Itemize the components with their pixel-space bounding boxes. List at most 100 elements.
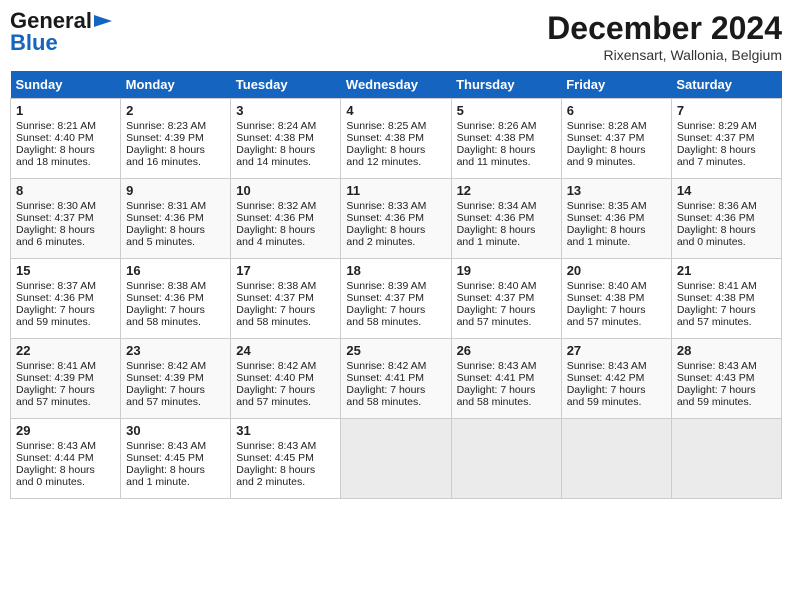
day-info-line: Sunrise: 8:25 AM (346, 120, 445, 132)
day-info-line: Sunrise: 8:37 AM (16, 280, 115, 292)
day-number: 26 (457, 343, 556, 358)
col-header-monday: Monday (121, 71, 231, 99)
day-info-line: Daylight: 7 hours (16, 384, 115, 396)
day-info-line: and 18 minutes. (16, 156, 115, 168)
day-info-line: Daylight: 7 hours (677, 304, 776, 316)
day-info-line: Sunset: 4:38 PM (677, 292, 776, 304)
calendar-cell: 23Sunrise: 8:42 AMSunset: 4:39 PMDayligh… (121, 339, 231, 419)
day-number: 3 (236, 103, 335, 118)
day-number: 27 (567, 343, 666, 358)
calendar-cell: 6Sunrise: 8:28 AMSunset: 4:37 PMDaylight… (561, 99, 671, 179)
day-info-line: Sunrise: 8:42 AM (126, 360, 225, 372)
day-info-line: Sunset: 4:41 PM (346, 372, 445, 384)
day-number: 14 (677, 183, 776, 198)
col-header-tuesday: Tuesday (231, 71, 341, 99)
day-info-line: Daylight: 8 hours (567, 144, 666, 156)
day-info-line: Sunset: 4:37 PM (346, 292, 445, 304)
day-number: 19 (457, 263, 556, 278)
day-info-line: Daylight: 8 hours (16, 224, 115, 236)
day-info-line: Sunset: 4:37 PM (567, 132, 666, 144)
day-info-line: Sunrise: 8:31 AM (126, 200, 225, 212)
day-info-line: Sunset: 4:38 PM (567, 292, 666, 304)
title-block: December 2024 Rixensart, Wallonia, Belgi… (547, 10, 782, 63)
day-info-line: and 6 minutes. (16, 236, 115, 248)
day-info-line: Sunrise: 8:43 AM (567, 360, 666, 372)
day-info-line: Sunrise: 8:33 AM (346, 200, 445, 212)
day-info-line: Sunset: 4:38 PM (346, 132, 445, 144)
day-info-line: and 58 minutes. (236, 316, 335, 328)
calendar-cell: 16Sunrise: 8:38 AMSunset: 4:36 PMDayligh… (121, 259, 231, 339)
day-number: 12 (457, 183, 556, 198)
day-info-line: Daylight: 7 hours (346, 304, 445, 316)
day-info-line: Sunset: 4:36 PM (677, 212, 776, 224)
day-info-line: Sunset: 4:36 PM (346, 212, 445, 224)
day-info-line: and 9 minutes. (567, 156, 666, 168)
calendar-cell: 9Sunrise: 8:31 AMSunset: 4:36 PMDaylight… (121, 179, 231, 259)
col-header-wednesday: Wednesday (341, 71, 451, 99)
day-info-line: Sunrise: 8:35 AM (567, 200, 666, 212)
week-row-5: 29Sunrise: 8:43 AMSunset: 4:44 PMDayligh… (11, 419, 782, 499)
day-number: 5 (457, 103, 556, 118)
day-info-line: Daylight: 8 hours (236, 144, 335, 156)
day-info-line: and 59 minutes. (16, 316, 115, 328)
day-info-line: Sunrise: 8:42 AM (346, 360, 445, 372)
day-info-line: Sunset: 4:43 PM (677, 372, 776, 384)
day-number: 7 (677, 103, 776, 118)
week-row-4: 22Sunrise: 8:41 AMSunset: 4:39 PMDayligh… (11, 339, 782, 419)
day-info-line: and 2 minutes. (346, 236, 445, 248)
day-number: 23 (126, 343, 225, 358)
col-header-thursday: Thursday (451, 71, 561, 99)
day-number: 24 (236, 343, 335, 358)
day-info-line: Sunrise: 8:36 AM (677, 200, 776, 212)
calendar-table: SundayMondayTuesdayWednesdayThursdayFrid… (10, 71, 782, 499)
col-header-saturday: Saturday (671, 71, 781, 99)
day-info-line: Daylight: 8 hours (236, 224, 335, 236)
day-info-line: and 59 minutes. (677, 396, 776, 408)
day-info-line: Daylight: 7 hours (236, 304, 335, 316)
day-info-line: Sunset: 4:42 PM (567, 372, 666, 384)
day-info-line: Sunrise: 8:41 AM (677, 280, 776, 292)
day-info-line: Daylight: 8 hours (677, 144, 776, 156)
day-info-line: and 16 minutes. (126, 156, 225, 168)
day-info-line: Sunset: 4:36 PM (126, 212, 225, 224)
logo-flag-icon (94, 15, 112, 27)
day-info-line: Sunset: 4:36 PM (236, 212, 335, 224)
day-info-line: Sunset: 4:44 PM (16, 452, 115, 464)
day-info-line: Sunset: 4:40 PM (16, 132, 115, 144)
week-row-3: 15Sunrise: 8:37 AMSunset: 4:36 PMDayligh… (11, 259, 782, 339)
day-info-line: Daylight: 8 hours (346, 144, 445, 156)
calendar-cell: 25Sunrise: 8:42 AMSunset: 4:41 PMDayligh… (341, 339, 451, 419)
calendar-cell: 7Sunrise: 8:29 AMSunset: 4:37 PMDaylight… (671, 99, 781, 179)
day-info-line: Sunrise: 8:38 AM (236, 280, 335, 292)
logo-blue: Blue (10, 32, 58, 54)
day-number: 18 (346, 263, 445, 278)
day-info-line: Sunset: 4:41 PM (457, 372, 556, 384)
day-info-line: Daylight: 7 hours (567, 304, 666, 316)
calendar-cell: 10Sunrise: 8:32 AMSunset: 4:36 PMDayligh… (231, 179, 341, 259)
day-info-line: Daylight: 8 hours (457, 144, 556, 156)
day-info-line: and 0 minutes. (16, 476, 115, 488)
logo: General Blue (10, 10, 112, 54)
day-info-line: Daylight: 8 hours (126, 144, 225, 156)
day-info-line: Sunset: 4:36 PM (567, 212, 666, 224)
day-number: 30 (126, 423, 225, 438)
calendar-cell (451, 419, 561, 499)
col-header-sunday: Sunday (11, 71, 121, 99)
day-info-line: Sunrise: 8:30 AM (16, 200, 115, 212)
day-info-line: Sunset: 4:36 PM (16, 292, 115, 304)
day-number: 21 (677, 263, 776, 278)
day-info-line: Sunset: 4:38 PM (457, 132, 556, 144)
day-info-line: Daylight: 8 hours (126, 464, 225, 476)
calendar-cell: 3Sunrise: 8:24 AMSunset: 4:38 PMDaylight… (231, 99, 341, 179)
day-number: 6 (567, 103, 666, 118)
day-number: 16 (126, 263, 225, 278)
day-info-line: Daylight: 7 hours (126, 384, 225, 396)
day-info-line: and 57 minutes. (236, 396, 335, 408)
calendar-cell: 13Sunrise: 8:35 AMSunset: 4:36 PMDayligh… (561, 179, 671, 259)
day-info-line: Sunrise: 8:26 AM (457, 120, 556, 132)
calendar-cell (561, 419, 671, 499)
day-info-line: Sunrise: 8:24 AM (236, 120, 335, 132)
calendar-cell: 28Sunrise: 8:43 AMSunset: 4:43 PMDayligh… (671, 339, 781, 419)
day-info-line: and 58 minutes. (457, 396, 556, 408)
calendar-cell (341, 419, 451, 499)
